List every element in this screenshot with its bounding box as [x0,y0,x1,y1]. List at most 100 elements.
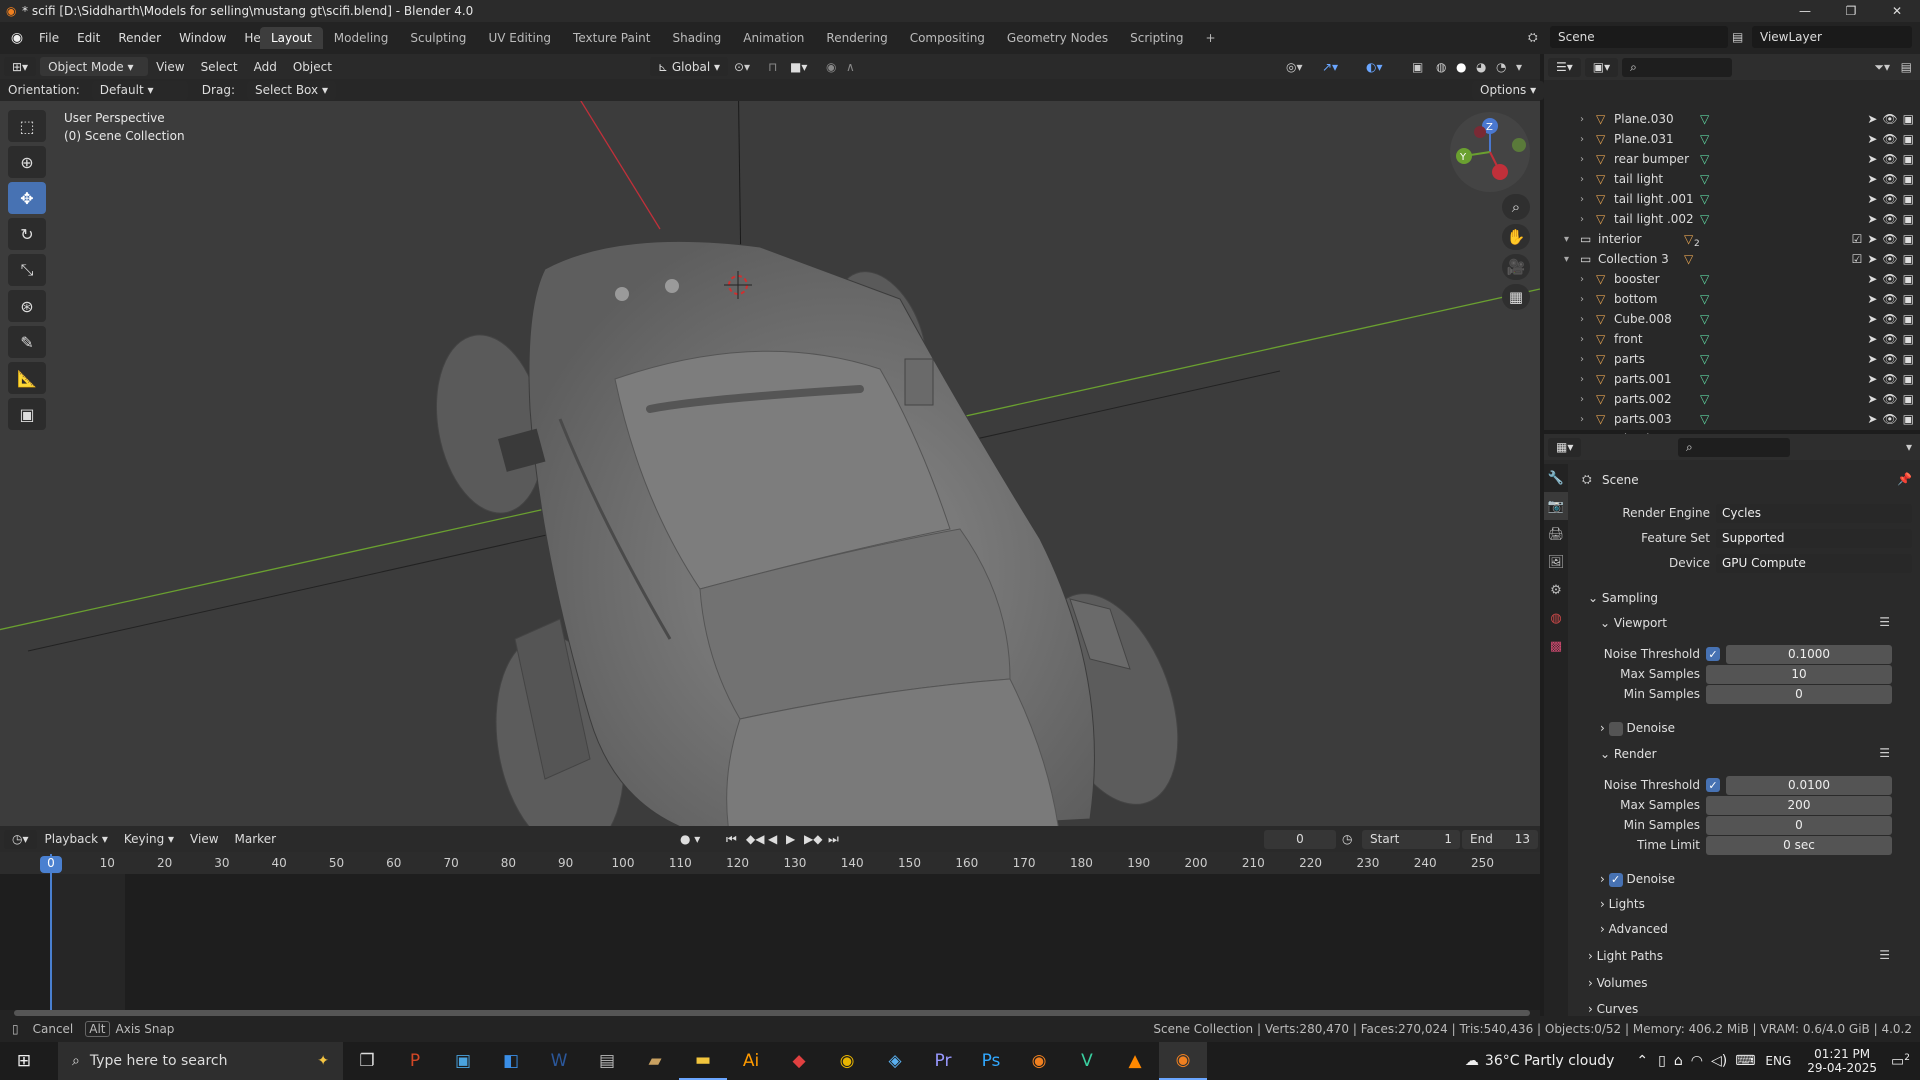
current-frame-field[interactable]: 0 [1264,829,1336,849]
prev-keyframe-icon[interactable]: ◆◀ [746,832,764,846]
filter-icon[interactable]: ⏷▾ [1874,60,1890,75]
tool-tab-icon[interactable]: 🔧 [1544,464,1568,492]
exclude-checkbox-icon[interactable]: ☑ [1852,252,1863,266]
menu-marker[interactable]: Marker [227,832,284,846]
navigation-gizmo[interactable]: Z Y [1448,110,1532,194]
render-presets-icon[interactable]: ☰ [1879,746,1890,760]
eye-icon[interactable]: 👁 [1882,392,1897,406]
eye-icon[interactable]: 👁 [1882,212,1897,226]
outliner-row[interactable]: › ▽ front ▽ ➤ 👁 ▣ [1544,329,1920,349]
visibility-icon[interactable]: ◎▾ [1286,60,1303,74]
tray-app-icon[interactable]: ▯ [1658,1053,1666,1069]
render-camera-icon[interactable]: ▣ [1903,252,1914,266]
pivot-icon[interactable]: ⊙▾ [734,60,750,74]
proportional-edit-icon[interactable]: ◉ [826,60,836,74]
eye-icon[interactable]: 👁 [1882,272,1897,286]
render-engine-dropdown[interactable]: Cycles [1716,503,1912,523]
eye-icon[interactable]: 👁 [1882,152,1897,166]
properties-search-input[interactable]: ⌕ [1678,437,1790,457]
menu-keying[interactable]: Keying ▾ [116,832,182,846]
view-layer-tab-icon[interactable]: 🖼 [1544,548,1568,576]
select-arrow-icon[interactable]: ➤ [1867,152,1877,166]
expand-icon[interactable]: › [1580,134,1584,145]
render-camera-icon[interactable]: ▣ [1903,152,1914,166]
play-icon[interactable]: ▶ [786,832,795,846]
scene-tab-icon[interactable]: ⚙ [1544,576,1568,604]
eye-icon[interactable]: 👁 [1882,312,1897,326]
jump-end-icon[interactable]: ⏭ [828,832,839,847]
expand-icon[interactable]: › [1580,274,1584,285]
volume-icon[interactable]: ◁) [1711,1053,1727,1069]
lights-subpanel[interactable]: › Lights [1600,897,1645,911]
render-camera-icon[interactable]: ▣ [1903,232,1914,246]
blender-taskbar-icon[interactable]: ◉ [1015,1042,1063,1080]
select-box-tool-icon[interactable]: ⬚ [8,110,46,142]
add-cube-tool-icon[interactable]: ▣ [8,398,46,430]
viewport-subpanel[interactable]: ⌄ Viewport [1600,616,1667,630]
vp-min-samples-field[interactable]: 0 [1706,684,1892,704]
shading-wireframe-icon[interactable]: ◍ [1436,60,1446,74]
expand-open-icon[interactable]: ▾ [1564,254,1569,265]
eye-icon[interactable]: 👁 [1882,112,1897,126]
render-camera-icon[interactable]: ▣ [1903,292,1914,306]
tab-uv-editing[interactable]: UV Editing [477,27,562,49]
chrome-icon[interactable]: ◉ [823,1042,871,1080]
keyboard-icon[interactable]: ⌨ [1735,1053,1755,1069]
select-arrow-icon[interactable]: ➤ [1867,292,1877,306]
overlays-icon[interactable]: ◐▾ [1366,60,1383,74]
curves-panel[interactable]: › Curves [1588,1002,1638,1016]
blender-menu-icon[interactable]: ◉ [4,30,30,46]
eye-icon[interactable]: 👁 [1882,192,1897,206]
viewlayer-selector[interactable]: ViewLayer [1752,26,1912,48]
scale-tool-icon[interactable]: ⤡ [8,254,46,286]
outliner-row[interactable]: › ▽ tail light .001 ▽ ➤ 👁 ▣ [1544,189,1920,209]
measure-tool-icon[interactable]: 📐 [8,362,46,394]
weather-icon[interactable]: ☁ [1465,1053,1479,1069]
render-camera-icon[interactable]: ▣ [1903,412,1914,426]
display-mode-icon[interactable]: ▣▾ [1584,57,1619,77]
outliner-row[interactable]: › ▽ Cube.008 ▽ ➤ 👁 ▣ [1544,309,1920,329]
render-camera-icon[interactable]: ▣ [1903,132,1914,146]
play-reverse-icon[interactable]: ◀ [768,832,777,846]
shading-options-icon[interactable]: ▾ [1516,60,1522,74]
outliner-search-input[interactable]: ⌕ [1622,57,1733,77]
menu-file[interactable]: File [30,31,68,45]
tray-chevron-icon[interactable]: ⌃ [1636,1053,1648,1069]
render-camera-icon[interactable]: ▣ [1903,392,1914,406]
outliner-row[interactable]: › ▽ rear bumper ▽ ➤ 👁 ▣ [1544,149,1920,169]
zoom-icon[interactable]: ⌕ [1502,194,1530,220]
viewport-presets-icon[interactable]: ☰ [1879,615,1890,629]
transform-tool-icon[interactable]: ⊛ [8,290,46,322]
feature-set-dropdown[interactable]: Supported [1716,528,1912,548]
r-min-samples-field[interactable]: 0 [1706,815,1892,835]
move-tool-icon[interactable]: ✥ [8,182,46,214]
scene-selector[interactable]: Scene [1550,26,1728,48]
app-icon[interactable]: ◆ [775,1042,823,1080]
render-camera-icon[interactable]: ▣ [1903,172,1914,186]
outliner-row[interactable]: › ▽ bottom ▽ ➤ 👁 ▣ [1544,289,1920,309]
windows-start-icon[interactable]: ⊞ [0,1042,48,1080]
app-icon[interactable]: ◧ [487,1042,535,1080]
expand-icon[interactable]: › [1580,314,1584,325]
eye-icon[interactable]: 👁 [1882,352,1897,366]
viewlayer-icon[interactable]: ▤ [1732,30,1743,44]
menu-playback[interactable]: Playback ▾ [37,832,116,846]
start-frame-field[interactable]: Start 1 [1362,829,1460,849]
tray-app-icon[interactable]: ⌂ [1674,1053,1683,1069]
wifi-icon[interactable]: ◠ [1691,1053,1703,1069]
eye-icon[interactable]: 👁 [1882,372,1897,386]
snap-icon[interactable]: ⊓ [768,60,777,74]
r-noise-threshold-checkbox[interactable]: ✓ [1706,778,1720,792]
select-arrow-icon[interactable]: ➤ [1867,192,1877,206]
r-denoise-subpanel[interactable]: › ✓ Denoise [1600,872,1675,887]
minimize-icon[interactable]: — [1782,0,1828,22]
tab-shading[interactable]: Shading [661,27,732,49]
r-noise-threshold-field[interactable]: 0.0100 [1726,775,1892,795]
light-paths-panel[interactable]: › Light Paths [1588,949,1663,963]
tab-scripting[interactable]: Scripting [1119,27,1194,49]
tab-geometry-nodes[interactable]: Geometry Nodes [996,27,1119,49]
menu-add[interactable]: Add [246,60,285,74]
expand-icon[interactable]: › [1580,394,1584,405]
expand-open-icon[interactable]: ▾ [1564,234,1569,245]
vlc-icon[interactable]: ▲ [1111,1042,1159,1080]
